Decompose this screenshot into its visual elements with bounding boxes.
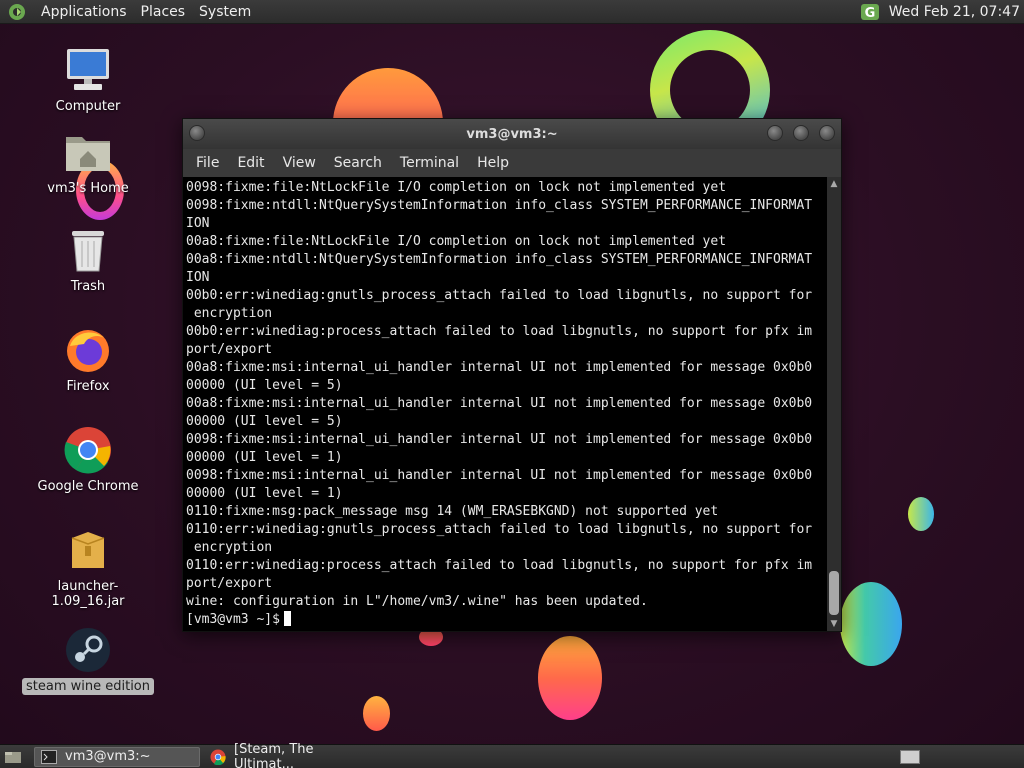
- text-cursor: [283, 611, 291, 626]
- bottom-panel: vm3@vm3:~ [Steam, The Ultimat...: [0, 742, 1024, 768]
- distro-logo-icon[interactable]: [6, 2, 28, 22]
- trash-icon: [64, 226, 112, 274]
- desktop-icon-label: steam wine edition: [21, 678, 154, 695]
- terminal-line: 00000 (UI level = 1): [186, 450, 343, 465]
- firefox-icon: [64, 326, 112, 374]
- workspace-switcher[interactable]: [900, 749, 920, 764]
- terminal-line: 00b0:err:winediag:process_attach failed …: [186, 324, 813, 339]
- terminal-line: ION: [186, 270, 210, 285]
- scroll-up-arrow-icon[interactable]: ▲: [827, 177, 841, 191]
- menu-search[interactable]: Search: [325, 155, 391, 171]
- terminal-output[interactable]: 0098:fixme:file:NtLockFile I/O completio…: [183, 177, 827, 631]
- desktop-icon-label: Google Chrome: [37, 479, 139, 494]
- update-notifier-icon[interactable]: G: [859, 2, 881, 22]
- terminal-line: 0110:fixme:msg:pack_message msg 14 (WM_E…: [186, 504, 719, 519]
- terminal-line: encryption: [186, 306, 273, 321]
- menu-places[interactable]: Places: [134, 4, 193, 20]
- maximize-button[interactable]: [793, 125, 809, 141]
- minimize-button[interactable]: [767, 125, 783, 141]
- terminal-line: 00000 (UI level = 5): [186, 414, 343, 429]
- scroll-down-arrow-icon[interactable]: ▼: [827, 617, 841, 631]
- top-panel: Applications Places System G Wed Feb 21,…: [0, 0, 1024, 24]
- menu-file[interactable]: File: [187, 155, 228, 171]
- terminal-prompt: [vm3@vm3 ~]$: [186, 612, 280, 627]
- svg-text:G: G: [864, 6, 875, 21]
- terminal-line: 0098:fixme:msi:internal_ui_handler inter…: [186, 468, 813, 483]
- window-titlebar[interactable]: vm3@vm3:~: [183, 119, 841, 149]
- decor-cyan-blob-small: [908, 497, 934, 531]
- terminal-window[interactable]: vm3@vm3:~ File Edit View Search Terminal…: [182, 118, 842, 632]
- home-folder-icon: [64, 128, 112, 176]
- menu-terminal[interactable]: Terminal: [391, 155, 468, 171]
- desktop-icon-launcher-jar[interactable]: launcher-1.09_16.jar: [18, 526, 158, 610]
- terminal-scrollbar[interactable]: ▲ ▼: [827, 177, 841, 631]
- terminal-line: 00000 (UI level = 1): [186, 486, 343, 501]
- terminal-line: 0098:fixme:ntdll:NtQuerySystemInformatio…: [186, 198, 813, 213]
- top-panel-tray: G Wed Feb 21, 07:47: [859, 2, 1024, 22]
- menu-system[interactable]: System: [192, 4, 258, 20]
- terminal-icon: [41, 749, 57, 765]
- terminal-line: encryption: [186, 540, 273, 555]
- desktop-icon-computer[interactable]: Computer: [18, 46, 158, 115]
- taskbar-item-terminal[interactable]: vm3@vm3:~: [34, 746, 200, 767]
- decor-orange-blob-bottom: [538, 636, 602, 720]
- menu-help[interactable]: Help: [468, 155, 518, 171]
- terminal-line: 00a8:fixme:msi:internal_ui_handler inter…: [186, 360, 813, 375]
- chrome-icon: [210, 749, 226, 765]
- taskbar-item-label: vm3@vm3:~: [65, 749, 151, 764]
- taskbar-item-label: [Steam, The Ultimat...: [234, 741, 314, 768]
- desktop-icon-firefox[interactable]: Firefox: [18, 326, 158, 395]
- scrollbar-thumb[interactable]: [829, 571, 839, 615]
- show-desktop-icon[interactable]: [2, 747, 24, 767]
- menu-edit[interactable]: Edit: [228, 155, 273, 171]
- taskbar-item-steam-chrome[interactable]: [Steam, The Ultimat...: [204, 742, 370, 768]
- desktop-icon-label: vm3's Home: [47, 181, 129, 196]
- terminal-line: 00a8:fixme:file:NtLockFile I/O completio…: [186, 234, 727, 249]
- terminal-line: 00b0:err:winediag:gnutls_process_attach …: [186, 288, 813, 303]
- desktop-icon-home[interactable]: vm3's Home: [18, 128, 158, 197]
- desktop-icon-label: launcher-1.09_16.jar: [51, 579, 125, 609]
- window-title: vm3@vm3:~: [466, 126, 558, 142]
- terminal-line: ION: [186, 216, 210, 231]
- desktop-icon-label: Firefox: [66, 379, 110, 394]
- desktop-icon-label: Trash: [70, 279, 106, 294]
- chrome-icon: [64, 426, 112, 474]
- terminal-line: port/export: [186, 576, 273, 591]
- clock[interactable]: Wed Feb 21, 07:47: [889, 4, 1020, 20]
- desktop-icon-steam[interactable]: steam wine edition: [18, 626, 158, 695]
- terminal-line: 0110:err:winediag:process_attach failed …: [186, 558, 813, 573]
- terminal-line: 00a8:fixme:msi:internal_ui_handler inter…: [186, 396, 813, 411]
- terminal-line: 00a8:fixme:ntdll:NtQuerySystemInformatio…: [186, 252, 813, 267]
- decor-orange-blob-tiny: [363, 696, 390, 731]
- terminal-line: 0110:err:winediag:gnutls_process_attach …: [186, 522, 813, 537]
- desktop-icon-trash[interactable]: Trash: [18, 226, 158, 295]
- terminal-line: 0098:fixme:file:NtLockFile I/O completio…: [186, 180, 727, 195]
- terminal-line: wine: configuration in L"/home/vm3/.wine…: [186, 594, 648, 609]
- terminal-menubar: File Edit View Search Terminal Help: [183, 149, 841, 177]
- desktop-icon-label: Computer: [55, 99, 121, 114]
- computer-icon: [64, 46, 112, 94]
- desktop-icon-chrome[interactable]: Google Chrome: [18, 426, 158, 495]
- terminal-line: 0098:fixme:msi:internal_ui_handler inter…: [186, 432, 813, 447]
- steam-icon: [64, 626, 112, 674]
- menu-view[interactable]: View: [274, 155, 325, 171]
- menu-applications[interactable]: Applications: [34, 4, 134, 20]
- terminal-line: port/export: [186, 342, 273, 357]
- decor-cyan-blob-large: [840, 582, 902, 666]
- close-button[interactable]: [819, 125, 835, 141]
- jar-file-icon: [64, 526, 112, 574]
- terminal-prompt-line[interactable]: [vm3@vm3 ~]$: [186, 611, 827, 629]
- terminal-line: 00000 (UI level = 5): [186, 378, 343, 393]
